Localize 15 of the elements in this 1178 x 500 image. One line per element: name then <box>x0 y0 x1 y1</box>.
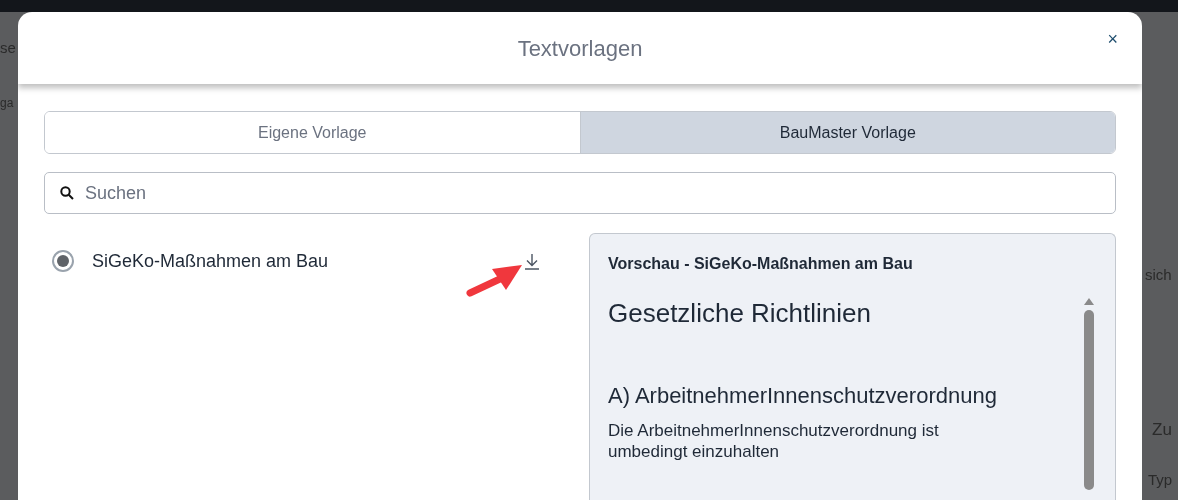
download-icon[interactable] <box>524 252 540 270</box>
preview-title: Vorschau - SiGeKo-Maßnahmen am Bau <box>608 254 914 274</box>
search-field[interactable]: Suchen <box>44 172 1116 214</box>
tab[interactable]: BauMaster Vorlage <box>579 112 1115 153</box>
radio-button[interactable] <box>52 250 74 272</box>
preview-subheading: A) ArbeitnehmerInnenschutzverordnung <box>608 382 998 410</box>
preview-paragraph: Die ArbeitnehmerInnenschutzverordnung ist umbedingt einzuhalten <box>608 420 940 462</box>
arrow-annotation <box>466 265 522 297</box>
scroll-up-icon[interactable] <box>1083 296 1095 306</box>
search-icon <box>60 186 74 200</box>
preview-heading: Gesetzliche Richtlinien <box>608 297 872 330</box>
close-button[interactable]: × <box>1103 30 1122 48</box>
scrollbar-thumb[interactable] <box>1084 310 1094 490</box>
dialog-title: Textvorlagen <box>517 34 643 63</box>
template-name[interactable]: SiGeKo-Maßnahmen am Bau <box>92 247 524 275</box>
